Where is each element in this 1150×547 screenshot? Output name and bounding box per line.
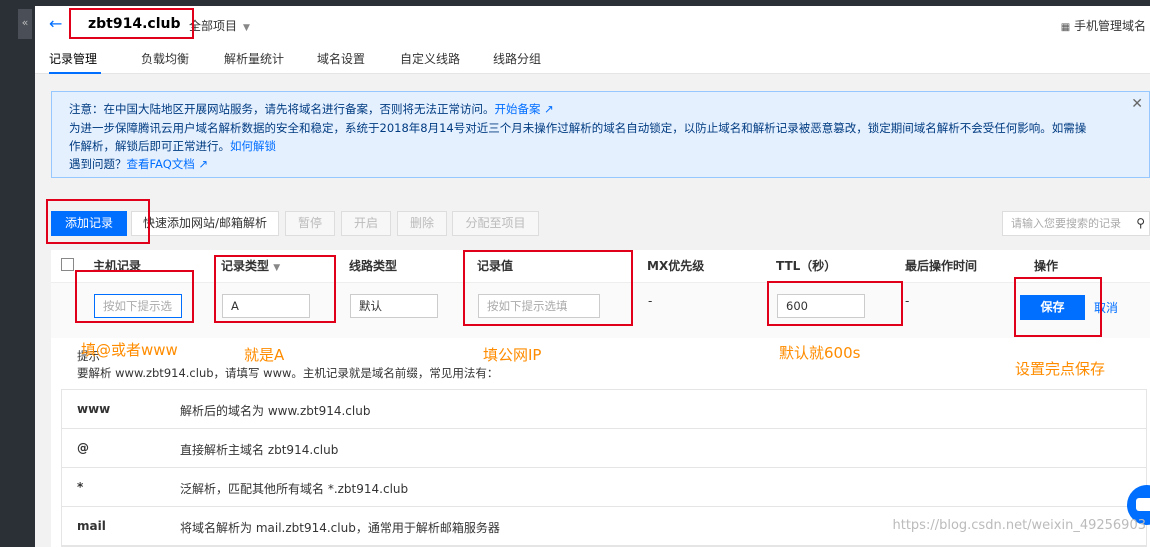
annotation-box-host [75,270,194,323]
qrcode-icon: ▦ [1060,22,1071,33]
collapse-sidebar-icon[interactable]: « [18,9,32,39]
left-sidebar-strip: « [0,0,35,547]
annotation-box-add [46,199,150,244]
mobile-manage-label: 手机管理域名 [1073,19,1146,33]
mobile-manage-link[interactable]: ▦ 手机管理域名 [1061,17,1146,34]
hint-value: 将域名解析为 mail.zbt914.club，通常用于解析邮箱服务器 [180,521,500,535]
col-ttl: TTL（秒） [776,259,837,273]
hint-key: @ [77,441,89,455]
col-line: 线路类型 [349,259,398,273]
how-to-unlock-link[interactable]: 如何解锁 [230,139,276,153]
assign-project-button[interactable]: 分配至项目 [452,211,539,236]
last-op-value: - [905,294,910,308]
notice-line-3: 作解析，解锁后即可正常进行。如何解锁 [69,138,276,154]
col-mx: MX优先级 [647,259,705,273]
chevron-down-icon: ▼ [243,23,250,33]
toolbar: 添加记录 快速添加网站/邮箱解析 暂停 开启 删除 分配至项目 请输入您要搜索的… [35,196,1150,252]
start-filing-link[interactable]: 开始备案 [495,102,541,116]
annotation-save: 设置完点保存 [1015,360,1106,378]
annotation-box-title [69,8,194,39]
search-icon[interactable]: ⚲ [1136,212,1145,235]
hint-value: 直接解析主域名 zbt914.club [180,443,339,457]
annotation-type: 就是A [244,346,285,364]
hint-value: 泛解析，匹配其他所有域名 *.zbt914.club [180,482,409,496]
notice-text-4: 遇到问题？ [69,157,127,171]
notice-line-1: 注意：在中国大陆地区开展网站服务，请先将域名进行备案，否则将无法正常访问。开始备… [69,101,554,117]
col-action: 操作 [1034,259,1059,273]
enable-button[interactable]: 开启 [341,211,391,236]
notice-text-3: 作解析，解锁后即可正常进行。 [69,139,230,153]
tab-records[interactable]: 记录管理 [49,50,102,74]
annotation-box-save [1014,277,1102,337]
tab-line-groups[interactable]: 线路分组 [493,50,541,74]
faq-link[interactable]: 查看FAQ文档 [127,157,195,171]
back-arrow-icon[interactable]: ← [49,14,62,33]
tab-load-balance[interactable]: 负载均衡 [141,50,189,74]
tab-domain-settings[interactable]: 域名设置 [317,50,365,74]
hint-key: www [77,402,111,416]
list-item: @ 直接解析主域名 zbt914.club [62,429,1146,468]
mx-value: - [648,294,653,308]
external-link-icon: ↗ [198,157,209,171]
col-last-op: 最后操作时间 [905,259,978,273]
list-item: * 泛解析，匹配其他所有域名 *.zbt914.club [62,468,1146,507]
external-link-icon: ↗ [544,102,554,116]
annotation-box-type [214,255,336,323]
notice-text-1: 注意：在中国大陆地区开展网站服务，请先将域名进行备案，否则将无法正常访问。 [69,102,495,116]
search-placeholder: 请输入您要搜索的记录 [1011,217,1121,230]
hint-key: mail [77,519,106,533]
page-header: ← zbt914.club 全部项目 ▼ ▦ 手机管理域名 记录管理 负载均衡 解… [35,6,1150,74]
notice-banner: 注意：在中国大陆地区开展网站服务，请先将域名进行备案，否则将无法正常访问。开始备… [51,91,1150,178]
notice-line-4: 遇到问题？查看FAQ文档 ↗ [69,156,208,172]
annotation-value: 填公网IP [483,346,542,364]
annotation-box-ttl [767,281,903,326]
annotation-box-value [463,250,633,326]
search-input[interactable]: 请输入您要搜索的记录 ⚲ [1002,211,1150,236]
list-item: www 解析后的域名为 www.zbt914.club [62,390,1146,429]
watermark: https://blog.csdn.net/weixin_49256903 [892,518,1146,533]
delete-button[interactable]: 删除 [397,211,447,236]
project-select[interactable]: 全部项目 ▼ [189,17,250,34]
pause-button[interactable]: 暂停 [285,211,335,236]
hint-value: 解析后的域名为 www.zbt914.club [180,404,371,418]
annotation-host: 填@或者www [81,341,178,359]
project-select-label: 全部项目 [189,19,238,33]
line-type-select[interactable]: 默认 [350,294,438,318]
select-all-checkbox[interactable] [61,258,74,271]
annotation-ttl: 默认就600s [779,344,861,362]
notice-line-2: 为进一步保障腾讯云用户域名解析数据的安全和稳定，系统于2018年8月14号对近三… [69,121,1087,135]
quick-add-button[interactable]: 快速添加网站/邮箱解析 [131,211,279,236]
tab-statistics[interactable]: 解析量统计 [224,50,284,74]
hint-key: * [77,480,84,494]
hint-text: 要解析 www.zbt914.club，请填写 www。主机记录就是域名前缀，常… [77,366,499,380]
tab-custom-lines[interactable]: 自定义线路 [400,50,460,74]
close-icon[interactable]: ✕ [1131,96,1143,112]
